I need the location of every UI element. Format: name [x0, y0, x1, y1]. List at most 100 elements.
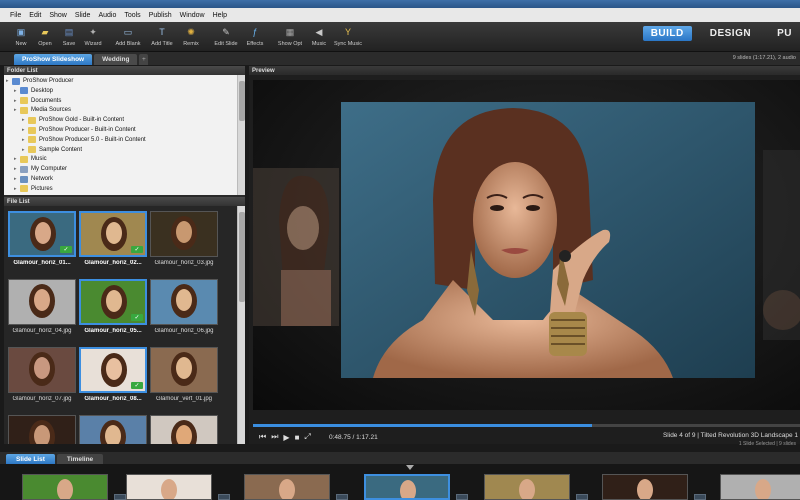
toolbar-effects-button[interactable]: ƒ Effects	[244, 22, 266, 47]
folder-tree: ▸ ProShow Producer ▸ Desktop ▸ Documents ▸ Medi…	[4, 75, 237, 195]
toolbar-show-opt-button[interactable]: ▦ Show Opt	[274, 22, 306, 48]
folder-tree-item[interactable]: ▸ Documents	[14, 96, 61, 106]
used-checkmark-icon: ✓	[131, 246, 143, 253]
file-thumbnail[interactable]: ✓ Glamour_horiz_08...	[79, 347, 147, 402]
tab-slide-list[interactable]: Slide List	[6, 454, 55, 464]
file-name-label: Glamour_horiz_02...	[84, 260, 142, 266]
file-thumbnail[interactable]: Glamour_vert_01.jpg	[150, 347, 218, 402]
file-scrollbar-thumb[interactable]	[239, 212, 245, 302]
folder-scrollbar[interactable]	[237, 75, 245, 195]
folder-tree-item[interactable]: ▸ ProShow Producer	[6, 76, 73, 86]
thumbnail-image	[8, 279, 76, 325]
toolbar-add-blank-button[interactable]: ▭ Add Blank	[112, 22, 144, 48]
toolbar-open-button[interactable]: ▰ Open	[34, 22, 56, 48]
folder-scrollbar-thumb[interactable]	[239, 81, 245, 121]
timeline-slide-thumbnail[interactable]	[126, 474, 212, 500]
timeline-slide-thumbnail[interactable]	[602, 474, 688, 500]
transition-icon[interactable]	[114, 494, 126, 500]
tab-timeline[interactable]: Timeline	[56, 454, 104, 464]
menu-edit[interactable]: Edit	[29, 12, 41, 19]
folder-tree-item[interactable]: ▸ Sample Content	[22, 145, 82, 155]
menu-show[interactable]: Show	[49, 12, 67, 19]
tab-wedding[interactable]: Wedding	[94, 54, 138, 65]
timeline-slide-thumbnail[interactable]	[244, 474, 330, 500]
transition-icon[interactable]	[456, 494, 468, 500]
design-mode-button[interactable]: DESIGN	[702, 26, 759, 41]
file-thumbnail[interactable]: ✓ Glamour_horiz_02...	[79, 211, 147, 266]
file-thumbnail[interactable]: Glamour_horiz_04.jpg	[8, 279, 76, 334]
toolbar-edit-slide-button[interactable]: ✎ Edit Slide	[210, 22, 242, 48]
file-thumbnail[interactable]	[150, 415, 218, 444]
skip-back-icon[interactable]: ⏮	[259, 432, 266, 442]
previous-slide-icon[interactable]: ⏭	[271, 432, 278, 442]
file-thumbnail[interactable]: Glamour_horiz_06.jpg	[150, 279, 218, 334]
file-name-label: Glamour_horiz_07.jpg	[12, 396, 72, 402]
menu-tools[interactable]: Tools	[124, 12, 140, 19]
thumbnail-face-shape	[106, 358, 122, 380]
file-thumbnail[interactable]: Glamour_horiz_07.jpg	[8, 347, 76, 402]
toolbar-wizard-button[interactable]: ✦ Wizard	[82, 22, 104, 48]
file-scrollbar[interactable]	[237, 206, 245, 444]
menu-audio[interactable]: Audio	[98, 12, 116, 19]
transition-icon[interactable]	[218, 494, 230, 500]
file-thumbnail[interactable]	[79, 415, 147, 444]
timeline-slide-thumbnail[interactable]	[484, 474, 570, 500]
toolbar-button-label: Effects	[246, 41, 264, 47]
effects-fx-icon: ƒ	[252, 27, 258, 37]
timeline-slide-thumbnail[interactable]	[22, 474, 108, 500]
folder-tree-item[interactable]: ▸ ProShow Producer - Built-in Content	[22, 125, 136, 135]
toolbar-add-title-button[interactable]: T Add Title	[146, 22, 178, 47]
menu-slide[interactable]: Slide	[75, 12, 91, 19]
playback-progress-bar[interactable]	[253, 424, 800, 427]
preview-header: Preview	[249, 66, 800, 75]
open-folder-icon: ▰	[41, 26, 49, 37]
menu-window[interactable]: Window	[180, 12, 205, 19]
toolbar-save-button[interactable]: ▤ Save	[58, 22, 80, 48]
menu-file[interactable]: File	[10, 12, 21, 19]
playhead-marker[interactable]	[406, 465, 414, 470]
stop-icon[interactable]: ■	[295, 433, 300, 442]
file-thumbnail[interactable]: ✓ Glamour_horiz_01...	[8, 211, 76, 266]
thumbnail-face-shape	[34, 425, 50, 444]
file-name-label: Glamour_horiz_04.jpg	[12, 328, 72, 334]
thumbnail-face-shape	[106, 290, 122, 312]
timeline-slide-thumbnail[interactable]	[364, 474, 450, 500]
publish-mode-button[interactable]: PU	[769, 26, 800, 41]
folder-icon	[20, 175, 28, 183]
folder-tree-item[interactable]: ▸ Media Sources	[14, 105, 71, 115]
folder-tree-item[interactable]: ▸ Music	[14, 154, 47, 164]
file-thumbnail[interactable]	[8, 415, 76, 444]
toolbar-remix-button[interactable]: ✺ Remix	[180, 22, 202, 48]
tab-proshow-slideshow[interactable]: ProShow Slideshow	[14, 54, 93, 65]
folder-tree-item[interactable]: ▸ Pictures	[14, 184, 53, 194]
menu-publish[interactable]: Publish	[149, 12, 172, 19]
transition-icon[interactable]	[694, 494, 706, 500]
folder-tree-item[interactable]: ▸ ProShow Producer 5.0 - Built-in Content	[22, 135, 146, 145]
transition-icon[interactable]	[336, 494, 348, 500]
thumbnail-image	[150, 279, 218, 325]
toolbar-sync-music-button[interactable]: Y Sync Music	[332, 22, 364, 47]
add-show-tab-button[interactable]: +	[139, 54, 149, 65]
file-thumbnail[interactable]: ✓ Glamour_horiz_05...	[79, 279, 147, 334]
folder-tree-item[interactable]: ▸ My Computer	[14, 164, 67, 174]
folder-tree-item[interactable]: ▸ ProShow Gold - Built-in Content	[22, 115, 124, 125]
preview-stage[interactable]	[253, 80, 800, 410]
toolbar-music-button[interactable]: ◀ Music	[308, 22, 330, 48]
fullscreen-icon[interactable]: ⤢	[304, 432, 310, 442]
file-list-panel: File List ✓ Glamour_horiz_01... ✓ Glamour_h…	[4, 197, 245, 444]
slide-preview-image	[253, 102, 800, 378]
timeline-slide-thumbnail[interactable]	[720, 474, 800, 500]
folder-tree-item[interactable]: ▸ Desktop	[14, 86, 53, 96]
file-thumbnail[interactable]: Glamour_horiz_03.jpg	[150, 211, 218, 266]
folder-tree-item[interactable]: ▸ Network	[14, 174, 53, 184]
thumbnail-image	[79, 415, 147, 444]
thumbnail-image	[150, 347, 218, 393]
menu-help[interactable]: Help	[213, 12, 227, 19]
toolbar-button-label: Add Title	[151, 41, 173, 47]
toolbar-new-button[interactable]: ▣ New	[10, 22, 32, 48]
toolbar-button-label: Add Blank	[115, 41, 141, 47]
play-icon[interactable]: ▶	[283, 433, 289, 442]
build-mode-button[interactable]: BUILD	[642, 26, 692, 41]
transition-icon[interactable]	[576, 494, 588, 500]
slide-info: Slide 4 of 9 | Tilted Revolution 3D Land…	[662, 432, 798, 439]
